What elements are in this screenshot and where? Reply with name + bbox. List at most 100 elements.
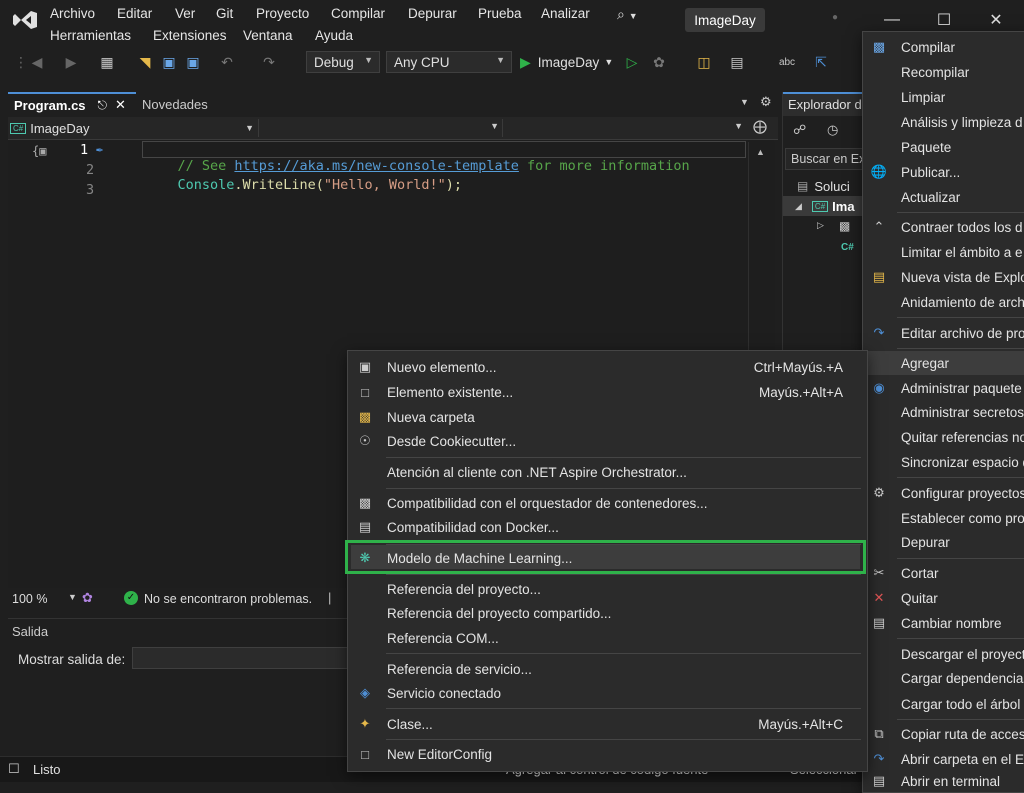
copilot-icon[interactable]: ✿	[82, 590, 93, 606]
feedback-icon[interactable]: ●	[832, 12, 838, 23]
add-menu-item[interactable]: ▤ Compatibilidad con Docker...	[348, 515, 867, 539]
project-menu-item[interactable]: Paquete	[863, 135, 1024, 159]
close-tab-icon[interactable]: ✕	[115, 97, 126, 113]
minimize-button[interactable]: —	[872, 8, 912, 32]
code-lens-icon[interactable]: ✒	[96, 142, 103, 156]
visual-studio-logo-icon[interactable]	[12, 8, 38, 32]
project-menu-item[interactable]: ▩ Compilar	[863, 35, 1024, 59]
pin-icon[interactable]: ⎋	[98, 98, 108, 113]
project-menu-item[interactable]: Recompilar	[863, 60, 1024, 84]
project-menu-item[interactable]: ⌃ Contraer todos los d	[863, 215, 1024, 239]
solution-folder-icon[interactable]: ◫	[695, 52, 713, 72]
solution-tree-item[interactable]: ▤ Soluci	[797, 176, 850, 196]
project-menu-item[interactable]: Actualizar	[863, 185, 1024, 209]
project-menu-item[interactable]: Análisis y limpieza d	[863, 110, 1024, 134]
project-menu-item[interactable]: Establecer como pro	[863, 506, 1024, 530]
project-menu-item[interactable]: Cargar dependencias	[863, 666, 1024, 690]
search-button[interactable]: ⌕ ▼	[617, 6, 667, 28]
add-menu-item[interactable]: Referencia COM...	[348, 626, 867, 650]
tab-novedades[interactable]: Novedades	[142, 93, 208, 115]
history-icon[interactable]: ◷	[827, 122, 838, 138]
chevron-down-icon[interactable]: ▼	[68, 592, 77, 602]
project-menu-item[interactable]: ⚙ Configurar proyectos	[863, 481, 1024, 505]
sync-icon[interactable]: ☍	[793, 122, 806, 138]
project-menu-item[interactable]: ⧉ Copiar ruta de acces	[863, 722, 1024, 746]
redo-icon[interactable]: ↷	[260, 52, 278, 72]
menu-proyecto[interactable]: Proyecto	[256, 6, 309, 21]
add-menu-item[interactable]: □ New EditorConfig	[348, 742, 867, 766]
new-project-icon[interactable]: ▦	[98, 52, 116, 72]
add-menu-item[interactable]: ▣ Nuevo elemento... Ctrl+Mayús.+A	[348, 355, 867, 379]
project-menu-item[interactable]: Agregar	[863, 351, 1024, 375]
back-icon[interactable]: ◀	[28, 52, 46, 72]
forward-icon[interactable]: ▶	[62, 52, 80, 72]
menu-editar[interactable]: Editar	[117, 6, 152, 21]
maximize-button[interactable]: ☐	[924, 8, 964, 32]
add-menu-item[interactable]: Referencia del proyecto...	[348, 577, 867, 601]
open-folder-icon[interactable]: ◥	[136, 52, 154, 72]
project-menu-item[interactable]: Sincronizar espacio d	[863, 450, 1024, 474]
save-all-icon[interactable]: ▣	[184, 52, 202, 72]
add-menu-item[interactable]: ❋ Modelo de Machine Learning...	[348, 546, 867, 570]
project-menu-item[interactable]: Depurar	[863, 530, 1024, 554]
project-tree-item[interactable]: ◢ C# Ima	[783, 196, 865, 216]
project-menu-item[interactable]: ↷ Editar archivo de pro	[863, 321, 1024, 345]
zoom-level[interactable]: 100 %	[12, 592, 47, 606]
add-menu-item[interactable]: ✦ Clase... Mayús.+Alt+C	[348, 712, 867, 736]
project-menu-item[interactable]: Quitar referencias no	[863, 425, 1024, 449]
tab-program-cs[interactable]: Program.cs ⎋ ✕	[8, 92, 136, 116]
output-source-dropdown[interactable]	[132, 647, 348, 669]
add-menu-item[interactable]: ▩ Nueva carpeta	[348, 405, 867, 429]
close-window-button[interactable]: ✕	[976, 8, 1016, 32]
project-menu-item[interactable]: Limpiar	[863, 85, 1024, 109]
save-icon[interactable]: ▣	[160, 52, 178, 72]
menu-depurar[interactable]: Depurar	[408, 6, 457, 21]
add-menu-item[interactable]: ▩ Compatibilidad con el orquestador de co…	[348, 491, 867, 515]
cursor-icon[interactable]: ⇱	[812, 52, 830, 72]
split-icon[interactable]: ⨁	[753, 118, 767, 135]
project-menu-item[interactable]: Descargar el proyect	[863, 642, 1024, 666]
undo-icon[interactable]: ↶	[218, 52, 236, 72]
code-line-2[interactable]: Console.WriteLine("Hello, World!");	[145, 161, 463, 209]
tab-list-chevron-icon[interactable]: ▼	[740, 97, 749, 107]
add-menu-item[interactable]: Atención al cliente con .NET Aspire Orch…	[348, 460, 867, 484]
hot-reload-icon[interactable]: ✿	[650, 52, 668, 72]
project-menu-item[interactable]: ▤ Nueva vista de Explo	[863, 265, 1024, 289]
project-menu-item[interactable]: ✂ Cortar	[863, 561, 1024, 585]
add-menu-item[interactable]: ◈ Servicio conectado	[348, 681, 867, 705]
add-menu-item[interactable]: ☉ Desde Cookiecutter...	[348, 429, 867, 453]
project-menu-item[interactable]: 🌐 Publicar...	[863, 160, 1024, 184]
platform-combo[interactable]: Any CPU ▼	[386, 51, 512, 73]
project-menu-item[interactable]: ↷ Abrir carpeta en el E	[863, 747, 1024, 771]
solution-name-badge[interactable]: ImageDay	[685, 8, 765, 32]
menu-git[interactable]: Git	[216, 6, 233, 21]
add-menu-item[interactable]: Referencia del proyecto compartido...	[348, 601, 867, 625]
project-menu-item[interactable]: Limitar el ámbito a e	[863, 240, 1024, 264]
project-menu-item[interactable]: Anidamiento de arch	[863, 290, 1024, 314]
solution-explorer-header[interactable]: Explorador d	[783, 92, 865, 116]
project-menu-item[interactable]: Administrar secretos	[863, 400, 1024, 424]
add-menu-item[interactable]: □ Elemento existente... Mayús.+Alt+A	[348, 380, 867, 404]
project-menu-item[interactable]: ▤ Cambiar nombre	[863, 611, 1024, 635]
menu-archivo[interactable]: Archivo	[50, 6, 95, 21]
start-debugging-button[interactable]: ▶ ImageDay ▼	[520, 52, 613, 72]
issues-status[interactable]: No se encontraron problemas.	[144, 592, 312, 606]
project-menu-item[interactable]: ◉ Administrar paquete	[863, 376, 1024, 400]
project-menu-item[interactable]: ▤ Abrir en terminal	[863, 769, 1024, 793]
menu-herramientas[interactable]: Herramientas	[50, 28, 131, 43]
menu-extensiones[interactable]: Extensiones	[153, 28, 227, 43]
scroll-up-icon[interactable]: ▲	[756, 147, 765, 157]
spellcheck-icon[interactable]: abc	[778, 52, 796, 72]
menu-prueba[interactable]: Prueba	[478, 6, 522, 21]
start-without-debugging-icon[interactable]: ▷	[623, 52, 641, 72]
menu-ayuda[interactable]: Ayuda	[315, 28, 353, 43]
settings-gear-icon[interactable]: ⚙	[760, 94, 772, 110]
menu-compilar[interactable]: Compilar	[331, 6, 385, 21]
project-menu-item[interactable]: Cargar todo el árbol	[863, 692, 1024, 716]
menu-analizar[interactable]: Analizar	[541, 6, 590, 21]
solution-search-input[interactable]: Buscar en Ex	[785, 148, 865, 170]
collapsed-arrow-icon[interactable]: ▷	[817, 220, 824, 231]
type-dropdown[interactable]: ▼	[258, 119, 503, 137]
notifications-icon[interactable]: ☐	[8, 761, 20, 777]
configuration-combo[interactable]: Debug ▼	[306, 51, 380, 73]
